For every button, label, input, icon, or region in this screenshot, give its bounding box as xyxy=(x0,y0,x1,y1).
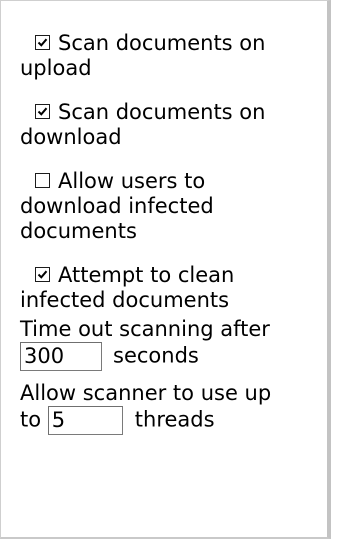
threads-label: Allow scanner to use up xyxy=(20,381,272,405)
scan-download-label-line1: Scan documents on xyxy=(58,100,266,124)
checkmark-icon xyxy=(37,107,48,116)
threads-input[interactable]: 5 xyxy=(47,406,123,435)
scan-upload-checkbox[interactable] xyxy=(35,35,50,50)
scan-upload-label-line1: Scan documents on xyxy=(58,31,266,55)
threads-prefix: to xyxy=(20,407,42,432)
option-attempt-clean: Attempt to clean infected documents xyxy=(20,263,320,313)
option-scan-download: Scan documents on download xyxy=(20,100,320,150)
checkmark-icon xyxy=(37,38,48,47)
option-allow-infected: Allow users to download infected documen… xyxy=(20,169,320,244)
scan-download-label-line2: download xyxy=(20,125,122,149)
antivirus-settings-panel: Scan documents on upload Scan documents … xyxy=(0,0,331,539)
timeout-unit-label: seconds xyxy=(113,343,199,368)
timeout-row: 300 seconds xyxy=(20,342,320,371)
timeout-label: Time out scanning after xyxy=(20,317,270,341)
checkmark-icon xyxy=(37,270,48,279)
allow-infected-checkbox[interactable] xyxy=(35,173,50,188)
scan-download-checkbox[interactable] xyxy=(35,104,50,119)
threads-row: to 5 threads xyxy=(20,406,320,435)
allow-infected-label-line1: Allow users to xyxy=(58,169,206,193)
option-scan-upload: Scan documents on upload xyxy=(20,31,320,81)
attempt-clean-checkbox[interactable] xyxy=(35,267,50,282)
timeout-seconds-input[interactable]: 300 xyxy=(20,342,102,371)
allow-infected-label-line2: download infected documents xyxy=(20,194,214,243)
scan-upload-label-line2: upload xyxy=(20,56,92,80)
threads-unit-label: threads xyxy=(134,407,215,432)
attempt-clean-label-line2: infected documents xyxy=(20,288,230,312)
antivirus-settings-content: Scan documents on upload Scan documents … xyxy=(20,31,320,435)
attempt-clean-label-line1: Attempt to clean xyxy=(58,263,235,287)
